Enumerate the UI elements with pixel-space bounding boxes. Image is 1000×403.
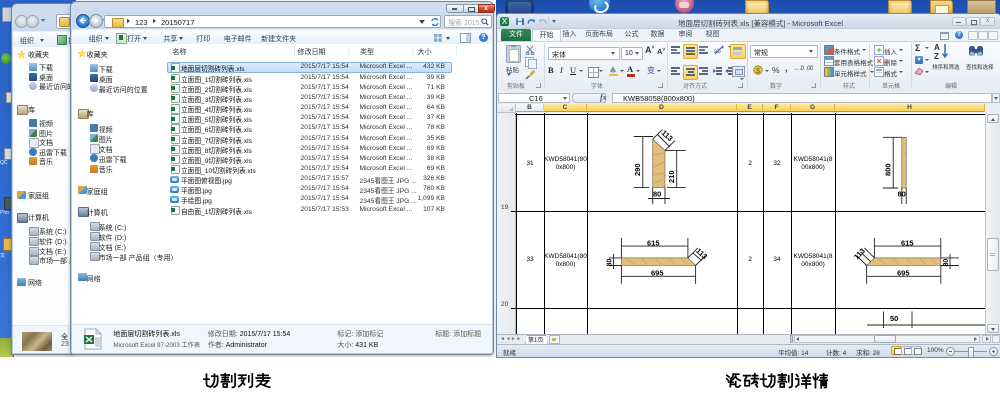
svg-text:800: 800 xyxy=(884,163,893,176)
svg-text:290: 290 xyxy=(633,163,642,176)
svg-text:80: 80 xyxy=(898,190,906,199)
svg-text:80: 80 xyxy=(653,190,661,199)
svg-text:695: 695 xyxy=(651,268,664,277)
svg-text:ab: ab xyxy=(714,49,721,55)
svg-text:Z: Z xyxy=(934,52,939,61)
svg-text:80: 80 xyxy=(607,258,614,266)
svg-text:50: 50 xyxy=(890,314,898,323)
svg-text:80: 80 xyxy=(943,258,950,266)
svg-text:A: A xyxy=(934,43,940,52)
svg-text:615: 615 xyxy=(901,238,914,247)
svg-text:695: 695 xyxy=(897,268,910,277)
svg-text:210: 210 xyxy=(667,170,676,183)
svg-text:$: $ xyxy=(756,68,760,75)
svg-text:113: 113 xyxy=(694,246,709,261)
svg-text:615: 615 xyxy=(647,238,660,247)
